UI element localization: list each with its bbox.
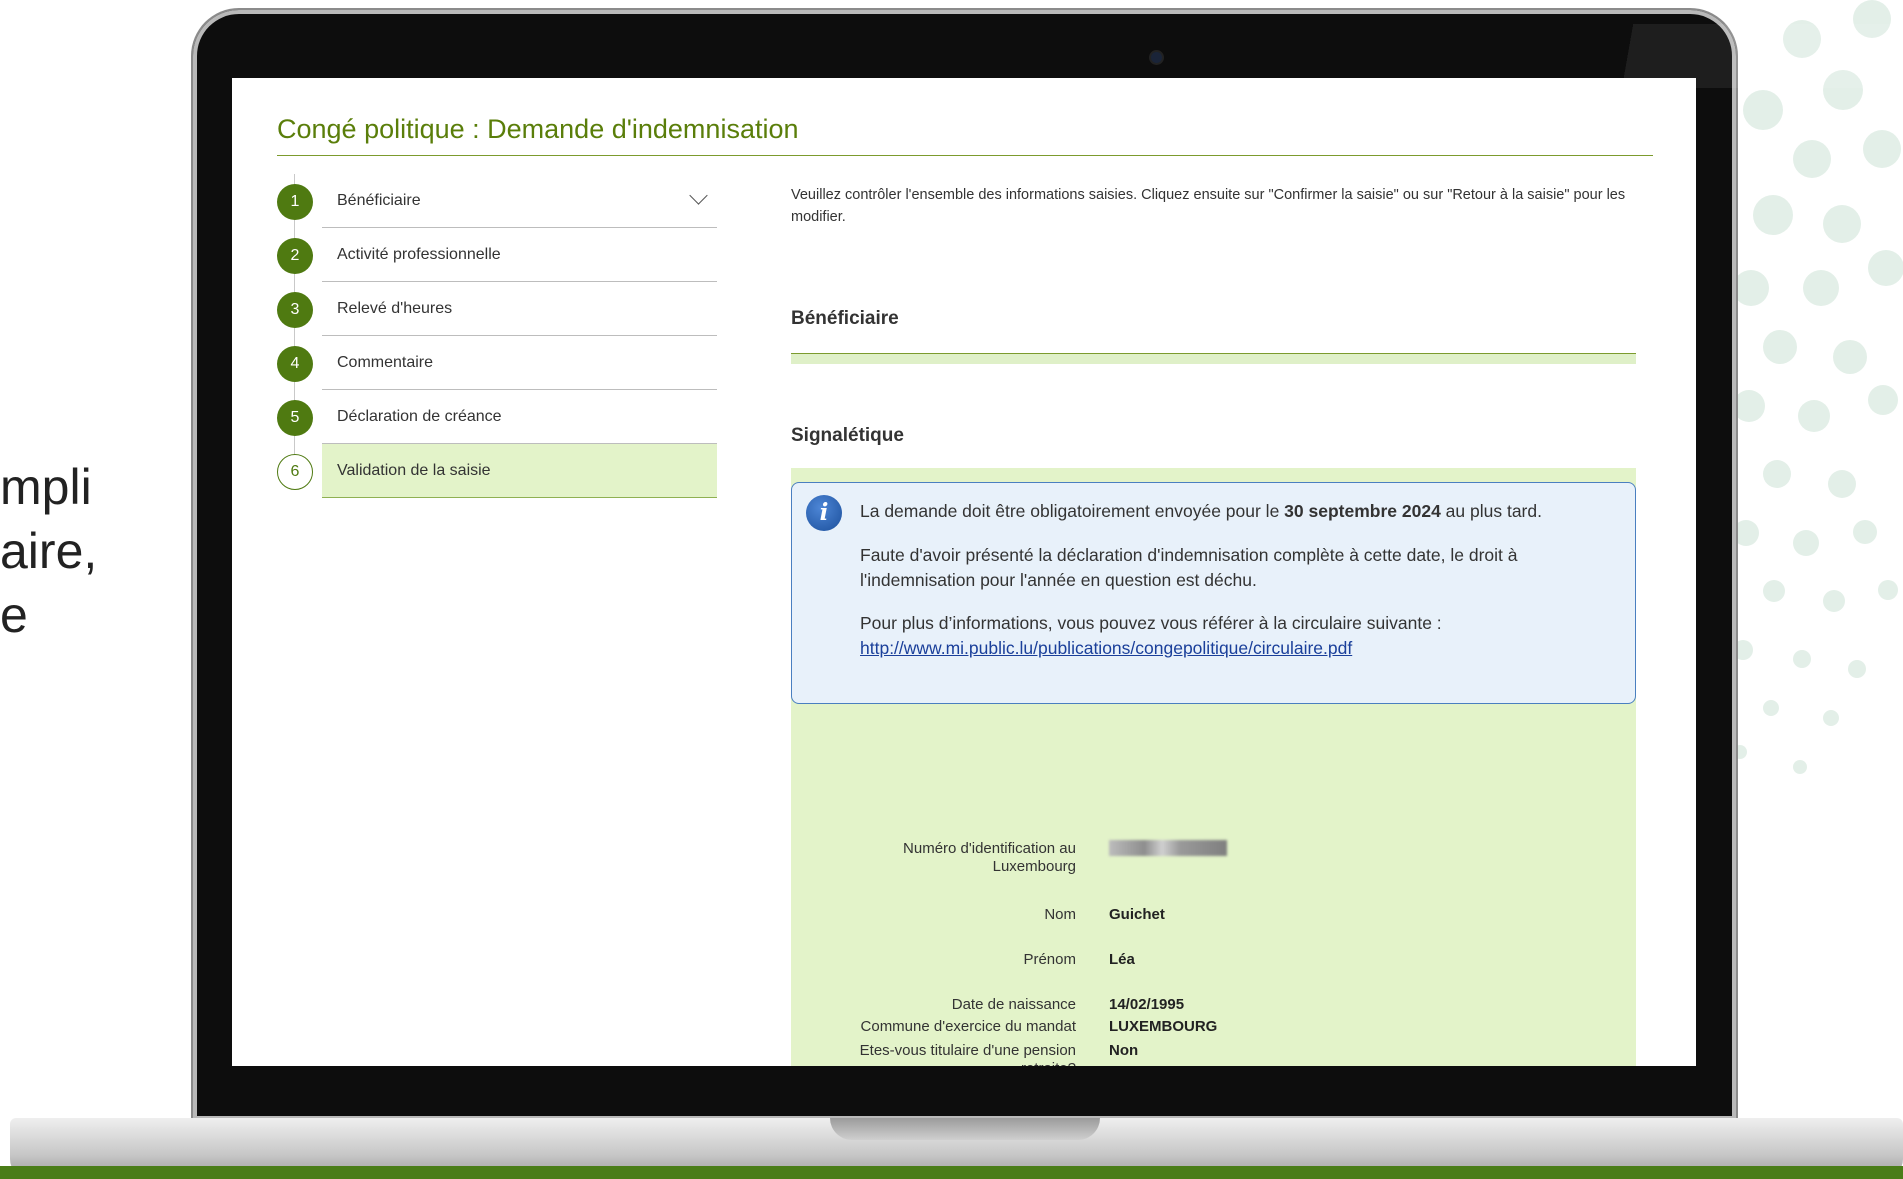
step-number: 6 xyxy=(277,454,313,490)
footer-band xyxy=(0,1166,1903,1179)
section-divider xyxy=(791,353,1636,364)
page-title: Congé politique : Demande d'indemnisatio… xyxy=(277,114,799,144)
section-title-beneficiaire: Bénéficiaire xyxy=(791,308,899,329)
field-value: LUXEMBOURG xyxy=(1109,1018,1218,1035)
section-title-signaletique: Signalétique xyxy=(791,425,904,446)
field-value-redacted xyxy=(1109,840,1227,860)
step-number: 4 xyxy=(277,346,313,382)
step-number: 5 xyxy=(277,400,313,436)
step-commentaire[interactable]: 4 Commentaire xyxy=(277,336,717,390)
step-label: Activité professionnelle xyxy=(337,246,501,263)
step-label: Commentaire xyxy=(337,354,434,371)
deadline-text: La demande doit être obligatoirement env… xyxy=(860,501,1542,521)
field-label: Date de naissance xyxy=(951,996,1076,1013)
step-number: 2 xyxy=(277,238,313,274)
field-label: Commune d'exercice du mandat xyxy=(860,1018,1076,1035)
step-navigation: 1 Bénéficiaire 2 Activité professionnell… xyxy=(277,174,717,498)
camera-icon xyxy=(1151,52,1162,63)
step-label: Validation de la saisie xyxy=(337,462,491,479)
field-value: Léa xyxy=(1109,951,1135,968)
step-label: Bénéficiaire xyxy=(337,192,421,209)
field-value: Guichet xyxy=(1109,906,1165,923)
step-beneficiaire[interactable]: 1 Bénéficiaire xyxy=(277,174,717,228)
step-declaration-creance[interactable]: 5 Déclaration de créance xyxy=(277,390,717,444)
forfeit-text: Faute d'avoir présenté la déclaration d'… xyxy=(860,545,1518,590)
title-divider xyxy=(277,155,1653,156)
step-label: Déclaration de créance xyxy=(337,408,502,425)
app-screen: Congé politique : Demande d'indemnisatio… xyxy=(232,78,1696,1066)
field-label: Numéro d'identification au Luxembourg xyxy=(903,840,1076,875)
field-label: Nom xyxy=(1044,906,1076,923)
chevron-down-icon[interactable] xyxy=(689,186,708,205)
step-activite-professionnelle[interactable]: 2 Activité professionnelle xyxy=(277,228,717,282)
step-releve-heures[interactable]: 3 Relevé d'heures xyxy=(277,282,717,336)
circular-text: Pour plus d’informations, vous pouvez vo… xyxy=(860,613,1442,658)
deadline-date: 30 septembre 2024 xyxy=(1284,501,1441,521)
step-validation-saisie[interactable]: 6 Validation de la saisie xyxy=(277,444,717,498)
info-notice: i La demande doit être obligatoirement e… xyxy=(791,482,1636,704)
field-label: Prénom xyxy=(1023,951,1076,968)
info-icon: i xyxy=(806,495,842,531)
background-caption: mpli aire, e xyxy=(0,459,98,643)
step-number: 3 xyxy=(277,292,313,328)
intro-text: Veuillez contrôler l'ensemble des inform… xyxy=(791,187,1626,225)
field-value: 14/02/1995 xyxy=(1109,996,1185,1013)
field-commune: Commune d'exercice du mandat LUXEMBOURG xyxy=(791,1018,1636,1058)
step-label: Relevé d'heures xyxy=(337,300,453,317)
laptop-notch xyxy=(830,1118,1100,1140)
circular-link[interactable]: http://www.mi.public.lu/publications/con… xyxy=(860,638,1352,658)
step-number: 1 xyxy=(277,184,313,220)
